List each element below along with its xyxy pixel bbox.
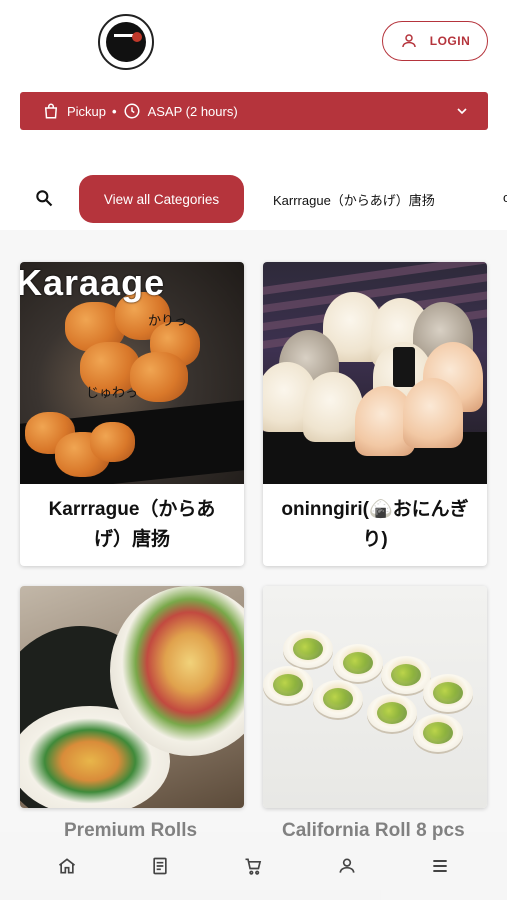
- category-tab-all[interactable]: View all Categories: [79, 175, 244, 223]
- nav-account[interactable]: [323, 842, 371, 890]
- product-card[interactable]: Karaage かりっ じゅわっ Karrrague（からあげ）唐扬: [20, 262, 244, 566]
- shopping-bag-icon: [44, 103, 58, 119]
- order-mode-selector[interactable]: Pickup • ASAP (2 hours): [20, 92, 488, 130]
- hamburger-menu-icon: [433, 859, 447, 873]
- category-bar: View all Categories Karrrague（からあげ）唐扬 o: [0, 172, 507, 226]
- nav-home[interactable]: [43, 842, 91, 890]
- nav-menu[interactable]: [136, 842, 184, 890]
- logo-emblem-icon: [106, 22, 146, 62]
- product-name: Karrrague（からあげ）唐扬: [48, 499, 216, 550]
- product-image-premium-rolls: [20, 586, 244, 808]
- home-icon: [58, 858, 75, 874]
- product-grid: Karaage かりっ じゅわっ Karrrague（からあげ）唐扬 oninn…: [0, 230, 507, 900]
- karaage-image-caption: Karaage: [20, 262, 166, 303]
- separator-dot: •: [112, 103, 117, 119]
- bottom-navigation: [0, 832, 507, 900]
- karaage-overlay-text-2: じゅわっ: [86, 385, 139, 400]
- store-logo[interactable]: [98, 14, 154, 70]
- pickup-label: Pickup: [67, 103, 107, 119]
- login-label: LOGIN: [429, 34, 471, 48]
- product-name: California Roll 8 pcs: [282, 820, 465, 841]
- product-name: Premium Rolls: [64, 820, 198, 841]
- person-icon: [402, 34, 416, 48]
- account-icon: [339, 858, 355, 873]
- category-tab-next[interactable]: o: [503, 190, 507, 205]
- login-button[interactable]: LOGIN: [382, 21, 488, 61]
- clock-icon: [124, 103, 140, 119]
- karaage-overlay-text-1: かりっ: [148, 313, 188, 328]
- header: LOGIN: [0, 0, 507, 80]
- chevron-down-icon[interactable]: [454, 103, 470, 119]
- search-icon[interactable]: [34, 188, 54, 208]
- menu-book-icon: [153, 857, 167, 875]
- product-image-california-roll: [263, 586, 487, 808]
- product-card[interactable]: oninngiri(🍙おにんぎり): [263, 262, 487, 566]
- product-card[interactable]: [263, 586, 487, 808]
- product-image-karaage: Karaage かりっ じゅわっ: [20, 262, 244, 484]
- product-card[interactable]: [20, 586, 244, 808]
- time-label: ASAP (2 hours): [147, 103, 238, 119]
- product-image-onigiri: [263, 262, 487, 484]
- nav-more[interactable]: [416, 842, 464, 890]
- product-name: oninngiri(🍙おにんぎり): [281, 499, 469, 550]
- nav-cart[interactable]: [229, 842, 277, 890]
- category-tab-karaage[interactable]: Karrrague（からあげ）唐扬: [273, 190, 435, 209]
- cart-icon: [245, 858, 262, 875]
